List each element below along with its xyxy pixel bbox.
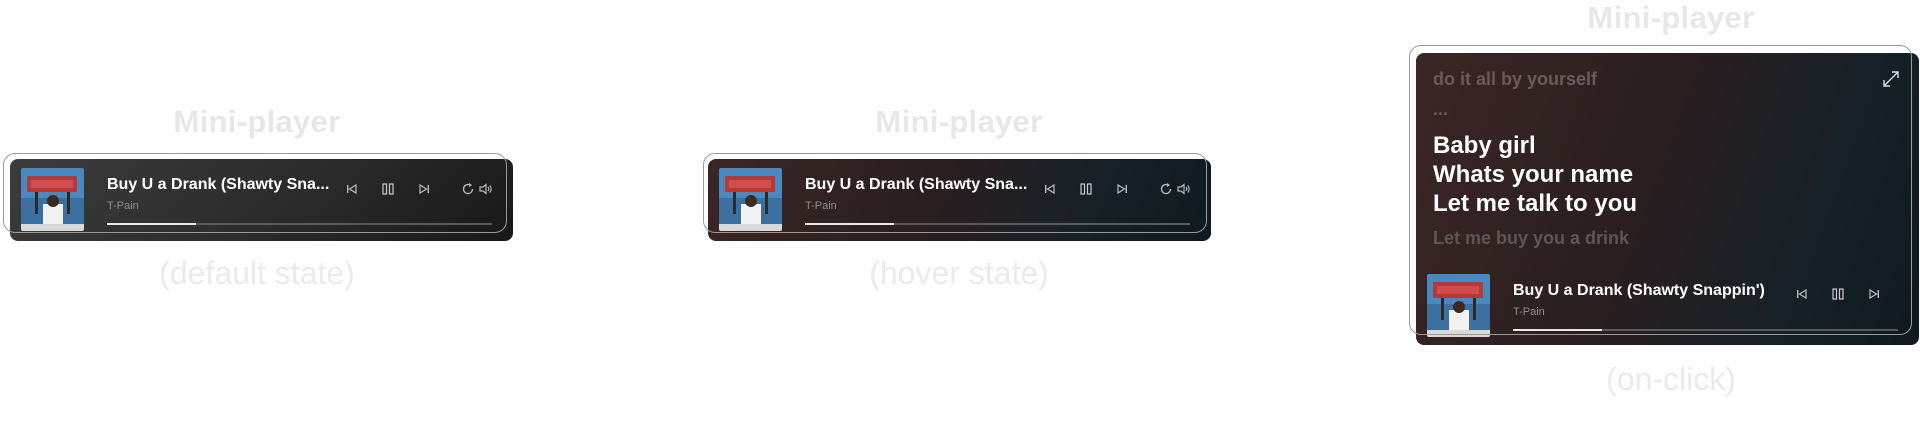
caption-state-click: (on-click) bbox=[1606, 361, 1736, 397]
repeat-icon[interactable] bbox=[460, 181, 476, 197]
song-title: Buy U a Drank (Shawty Snappin') bbox=[1513, 282, 1765, 299]
pause-icon[interactable] bbox=[1830, 286, 1846, 302]
pause-icon[interactable] bbox=[1078, 181, 1094, 197]
lyric-ellipsis: ... bbox=[1433, 99, 1449, 119]
progress-bar[interactable] bbox=[1513, 329, 1898, 331]
song-title: Buy U a Drank (Shawty Sna... bbox=[107, 176, 330, 193]
skip-previous-icon[interactable] bbox=[344, 181, 360, 197]
progress-fill bbox=[805, 223, 894, 225]
artist-name: T-Pain bbox=[1513, 306, 1545, 318]
progress-bar[interactable] bbox=[107, 223, 492, 225]
artist-name: T-Pain bbox=[805, 200, 837, 212]
progress-bar[interactable] bbox=[805, 223, 1190, 225]
skip-next-icon[interactable] bbox=[1866, 286, 1882, 302]
caption-state-default: (default state) bbox=[159, 255, 355, 291]
mini-player-expanded[interactable]: do it all by yourself ... Baby girl What… bbox=[1416, 53, 1919, 345]
lyric-next-line: Let me buy you a drink bbox=[1433, 228, 1630, 248]
progress-fill bbox=[107, 223, 196, 225]
expand-icon[interactable] bbox=[1881, 69, 1901, 89]
skip-previous-icon[interactable] bbox=[1042, 181, 1058, 197]
album-art bbox=[21, 168, 84, 231]
artist-name: T-Pain bbox=[107, 200, 139, 212]
pause-icon[interactable] bbox=[380, 181, 396, 197]
mini-player-default[interactable]: Buy U a Drank (Shawty Sna... T-Pain bbox=[10, 159, 513, 241]
lyric-previous-line: do it all by yourself bbox=[1433, 69, 1598, 89]
caption-title-click: Mini-player bbox=[1587, 0, 1755, 35]
caption-title-hover: Mini-player bbox=[875, 104, 1043, 139]
mini-player-hover[interactable]: Buy U a Drank (Shawty Sna... T-Pain bbox=[708, 159, 1211, 241]
volume-icon[interactable] bbox=[1176, 181, 1192, 197]
caption-title-default: Mini-player bbox=[173, 104, 341, 139]
lyric-current-line-3: Let me talk to you bbox=[1433, 190, 1638, 217]
skip-next-icon[interactable] bbox=[416, 181, 432, 197]
skip-next-icon[interactable] bbox=[1114, 181, 1130, 197]
volume-icon[interactable] bbox=[478, 181, 494, 197]
repeat-icon[interactable] bbox=[1158, 181, 1174, 197]
album-art bbox=[719, 168, 782, 231]
caption-state-hover: (hover state) bbox=[869, 255, 1049, 291]
album-art bbox=[1427, 274, 1490, 337]
lyric-current-line-1: Baby girl bbox=[1433, 132, 1536, 159]
song-title: Buy U a Drank (Shawty Sna... bbox=[805, 176, 1028, 193]
lyric-current-line-2: Whats your name bbox=[1433, 161, 1634, 188]
progress-fill bbox=[1513, 329, 1602, 331]
skip-previous-icon[interactable] bbox=[1794, 286, 1810, 302]
